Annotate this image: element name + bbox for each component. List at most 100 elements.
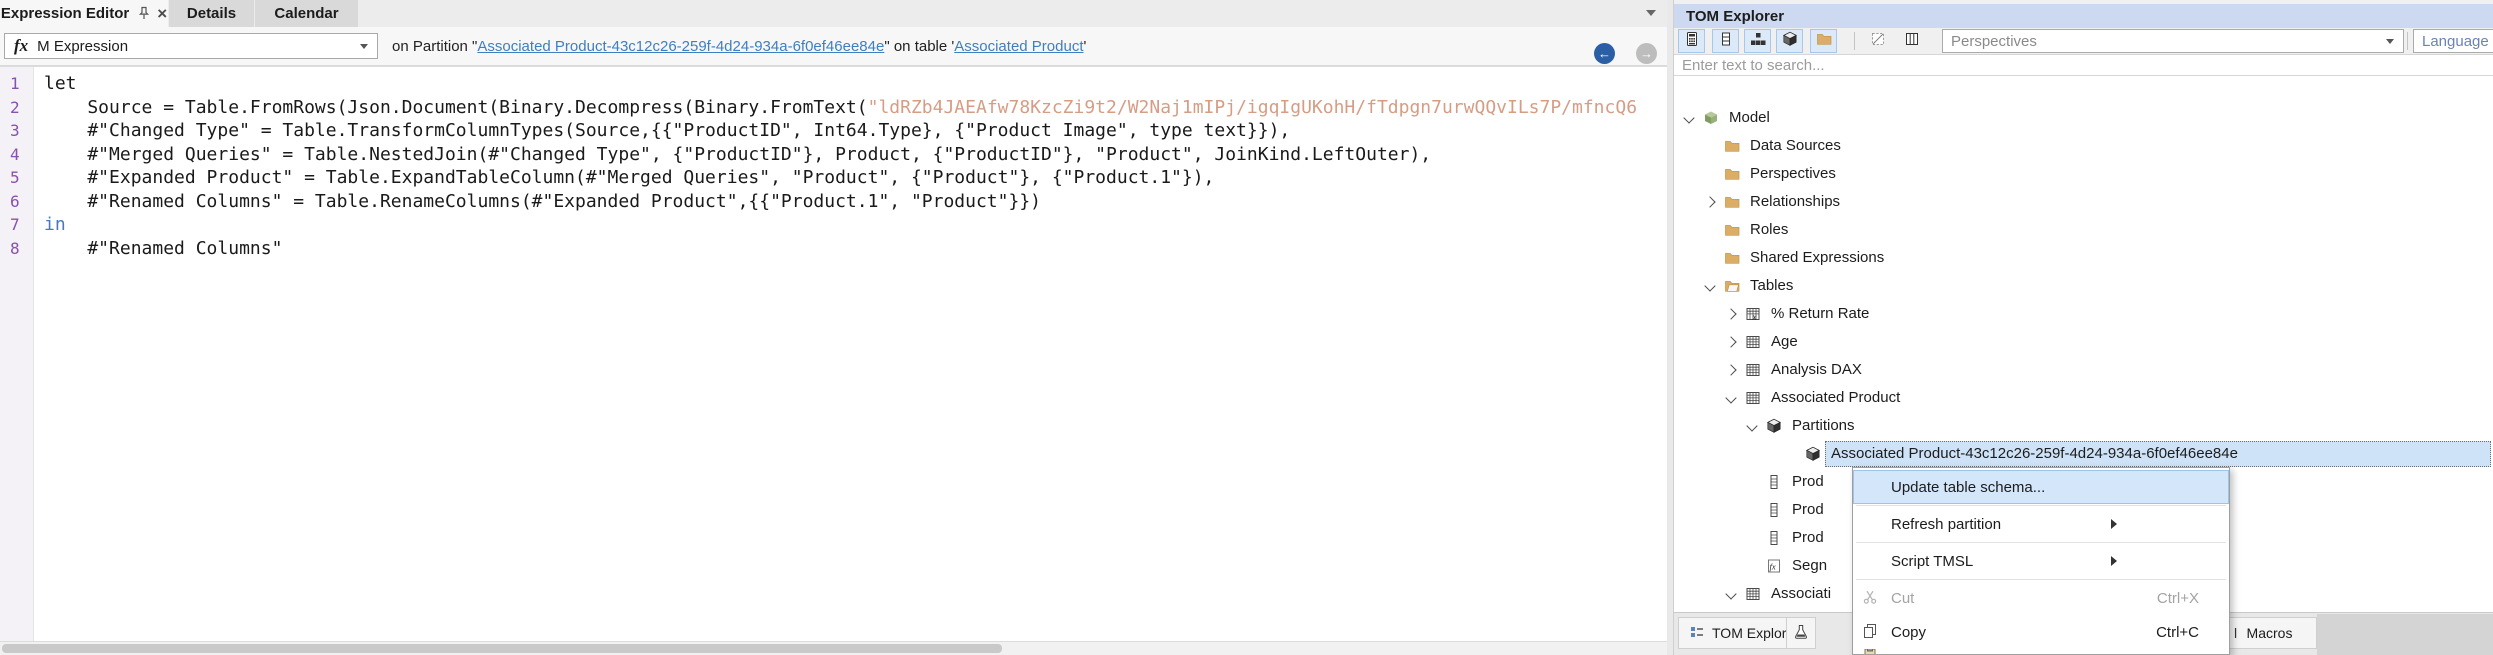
tree-item-associated-product[interactable]: Associated Product [1674, 384, 2493, 412]
chevron-right-icon[interactable] [1704, 196, 1716, 208]
bottom-tab-icon[interactable] [1786, 617, 1816, 649]
tree-item-model[interactable]: Model [1674, 104, 2493, 132]
code-line[interactable]: in [44, 213, 1667, 237]
toolbar-button-cube[interactable] [1776, 29, 1803, 53]
tree-item-label: Prod [1792, 501, 1824, 518]
tree-item-label: Associated Product [1771, 389, 1901, 406]
folder-icon [1724, 138, 1740, 154]
menu-item-cut: Cut Ctrl+X [1853, 581, 2229, 615]
back-icon[interactable]: ← [1594, 43, 1615, 64]
perspectives-dropdown[interactable]: Perspectives [1942, 29, 2404, 53]
code-line[interactable]: #"Renamed Columns" [44, 237, 1667, 261]
tree-item-perspectives[interactable]: Perspectives [1674, 160, 2493, 188]
line-number: 4 [10, 144, 20, 164]
tree-item-label: Associati [1771, 585, 1832, 602]
close-icon[interactable]: × [157, 5, 167, 22]
tree-item-partitions[interactable]: Partitions [1674, 412, 2493, 440]
tree-item-tables[interactable]: Tables [1674, 272, 2493, 300]
tree-item-data-sources[interactable]: Data Sources [1674, 132, 2493, 160]
search-input[interactable] [1674, 55, 2493, 75]
chevron-down-icon[interactable] [1746, 420, 1758, 432]
tree-item-label: Tables [1750, 277, 1794, 294]
line-number: 6 [10, 191, 20, 211]
toolbar-separator [2407, 32, 2408, 50]
toolbar-button-hierarchy[interactable] [1744, 29, 1771, 53]
fx-icon: fx [14, 36, 29, 55]
copy-icon [1862, 623, 1880, 641]
context-middle: " on table ' [884, 37, 955, 55]
hierarchy-icon [1750, 31, 1766, 52]
expression-toolbar: fx M Expression on Partition " Associated… [0, 27, 1667, 66]
language-value: Language [2422, 32, 2489, 50]
scissors-icon [1862, 589, 1880, 607]
chevron-down-icon[interactable] [1683, 112, 1695, 124]
folder-icon [1724, 194, 1740, 210]
toolbar-button-folder[interactable] [1810, 29, 1837, 53]
menu-item-copy[interactable]: Copy Ctrl+C [1853, 615, 2229, 649]
code-line[interactable]: #"Expanded Product" = Table.ExpandTableC… [44, 166, 1667, 190]
code-lines[interactable]: let Source = Table.FromRows(Json.Documen… [34, 67, 1667, 641]
tree-item-partition[interactable]: Associated Product-43c12c26-259f-4d24-93… [1674, 440, 2493, 468]
expression-type-dropdown[interactable]: fx M Expression [4, 33, 378, 59]
language-dropdown[interactable]: Language [2413, 29, 2493, 53]
tab-label: Expression Editor [0, 5, 130, 22]
menu-separator [1856, 579, 2226, 580]
folder-icon [1724, 166, 1740, 182]
menu-item-partial[interactable] [1853, 649, 2229, 654]
paste-icon [1862, 649, 1880, 654]
pin-icon[interactable] [136, 6, 150, 22]
column-icon [1766, 502, 1782, 518]
tree-item-age[interactable]: Age [1674, 328, 2493, 356]
tree-item-label: Age [1771, 333, 1798, 350]
table-calc-icon: x [1745, 306, 1761, 322]
table-link[interactable]: Associated Product [954, 38, 1083, 55]
chevron-right-icon[interactable] [1725, 364, 1737, 376]
menu-item-refresh-partition[interactable]: Refresh partition [1853, 507, 2229, 541]
rows-icon [1718, 31, 1734, 52]
tree-item-analysis-dax[interactable]: Analysis DAX [1674, 356, 2493, 384]
tree-item-return-rate[interactable]: x % Return Rate [1674, 300, 2493, 328]
tab-overflow-chevron-icon[interactable] [1646, 10, 1656, 16]
line-number-gutter: 1 2 3 4 5 6 7 8 [0, 67, 34, 641]
tree-item-roles[interactable]: Roles [1674, 216, 2493, 244]
menu-item-update-table-schema[interactable]: Update table schema... [1853, 470, 2229, 504]
code-segment-code: #"Renamed Columns" [44, 237, 283, 259]
code-segment-code: #"Renamed Columns" = Table.RenameColumns… [44, 190, 1041, 212]
line-number: 1 [10, 74, 20, 93]
chevron-right-icon[interactable] [1725, 308, 1737, 320]
code-segment-code: #"Merged Queries" = Table.NestedJoin(#"C… [44, 143, 1432, 165]
toolbar-button-calculator[interactable] [1678, 29, 1705, 53]
code-line[interactable]: Source = Table.FromRows(Json.Document(Bi… [44, 96, 1667, 120]
menu-item-script-tmsl[interactable]: Script TMSL [1853, 544, 2229, 578]
partition-link[interactable]: Associated Product-43c12c26-259f-4d24-93… [477, 38, 884, 55]
code-line[interactable]: let [44, 72, 1667, 96]
code-line[interactable]: #"Changed Type" = Table.TransformColumnT… [44, 119, 1667, 143]
tree-item-shared-expressions[interactable]: Shared Expressions [1674, 244, 2493, 272]
tab-expression-editor[interactable]: Expression Editor × [0, 0, 168, 27]
chevron-down-icon[interactable] [1704, 280, 1716, 292]
bottom-tab-fragment: l [2234, 625, 2238, 641]
measure-icon: fx [1766, 558, 1782, 574]
chevron-right-icon[interactable] [1725, 336, 1737, 348]
horizontal-scrollbar[interactable] [0, 641, 1667, 655]
toolbar-button-rows[interactable] [1712, 29, 1739, 53]
chevron-down-icon[interactable] [1725, 392, 1737, 404]
code-segment-code: #"Expanded Product" = Table.ExpandTableC… [44, 167, 1215, 188]
code-editor[interactable]: 1 2 3 4 5 6 7 8 let Source = Table.FromRows(Jso… [0, 66, 1667, 641]
flask-icon [1793, 624, 1809, 643]
chevron-down-icon[interactable] [1725, 588, 1737, 600]
menu-separator [1856, 505, 2226, 506]
tab-details[interactable]: Details [169, 0, 254, 27]
code-line[interactable]: #"Renamed Columns" = Table.RenameColumns… [44, 190, 1667, 214]
tree-item-relationships[interactable]: Relationships [1674, 188, 2493, 216]
expression-editor-pane: Expression Editor × Details Calendar fx M E… [0, 0, 1667, 655]
line-number: 3 [10, 121, 20, 140]
toolbar-button-columns[interactable] [1898, 29, 1925, 53]
forward-icon[interactable]: → [1636, 43, 1657, 64]
folder-icon [1724, 250, 1740, 266]
scrollbar-thumb[interactable] [2, 644, 1002, 653]
toolbar-button-dashed-box[interactable] [1864, 29, 1891, 53]
tab-label: Details [186, 5, 237, 22]
code-line[interactable]: #"Merged Queries" = Table.NestedJoin(#"C… [44, 143, 1667, 167]
tab-calendar[interactable]: Calendar [255, 0, 358, 27]
